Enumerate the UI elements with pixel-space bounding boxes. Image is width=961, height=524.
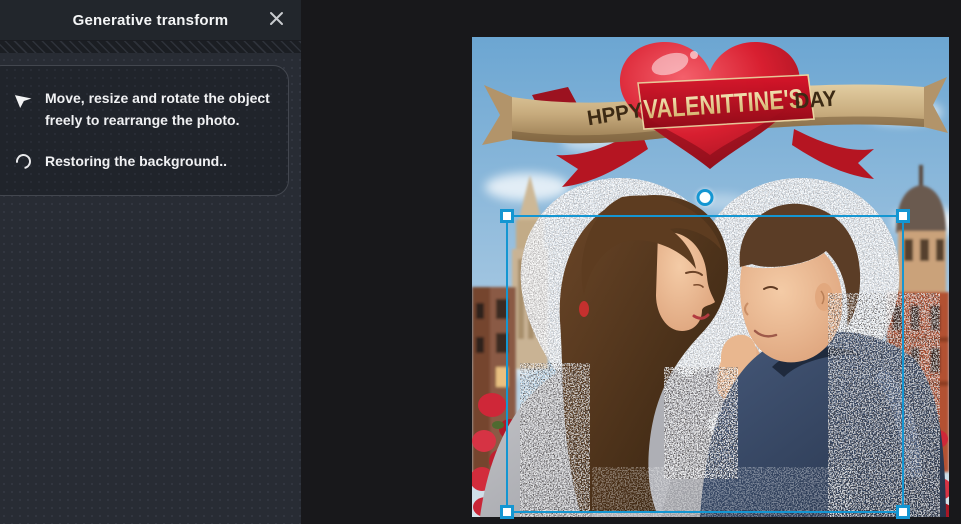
status-row: Restoring the background.. — [12, 151, 272, 173]
banner-word-right: DAY — [794, 86, 838, 114]
loading-spinner-icon — [12, 151, 34, 173]
move-instruction-row: Move, resize and rotate the object freel… — [13, 88, 272, 131]
panel-header: Generative transform — [0, 0, 301, 40]
resize-handle-top-left[interactable] — [500, 209, 514, 223]
editor-canvas[interactable]: HPPY VALENITTINE'S DAY — [301, 0, 961, 524]
selection-box[interactable] — [500, 189, 910, 519]
panel-title: Generative transform — [72, 11, 229, 29]
striped-divider — [0, 40, 301, 53]
close-icon — [269, 11, 284, 29]
cursor-arrow-icon — [13, 88, 33, 109]
move-instruction-text: Move, resize and rotate the object freel… — [45, 90, 270, 128]
close-button[interactable] — [265, 9, 287, 31]
generative-transform-panel: Generative transform Move, resize and ro… — [0, 0, 301, 524]
instructions-card: Move, resize and rotate the object freel… — [0, 65, 289, 197]
rotate-handle[interactable] — [696, 189, 714, 206]
status-text: Restoring the background.. — [45, 153, 228, 170]
resize-handle-bottom-left[interactable] — [500, 505, 514, 519]
resize-handle-top-right[interactable] — [896, 209, 910, 223]
resize-handle-bottom-right[interactable] — [896, 505, 910, 519]
